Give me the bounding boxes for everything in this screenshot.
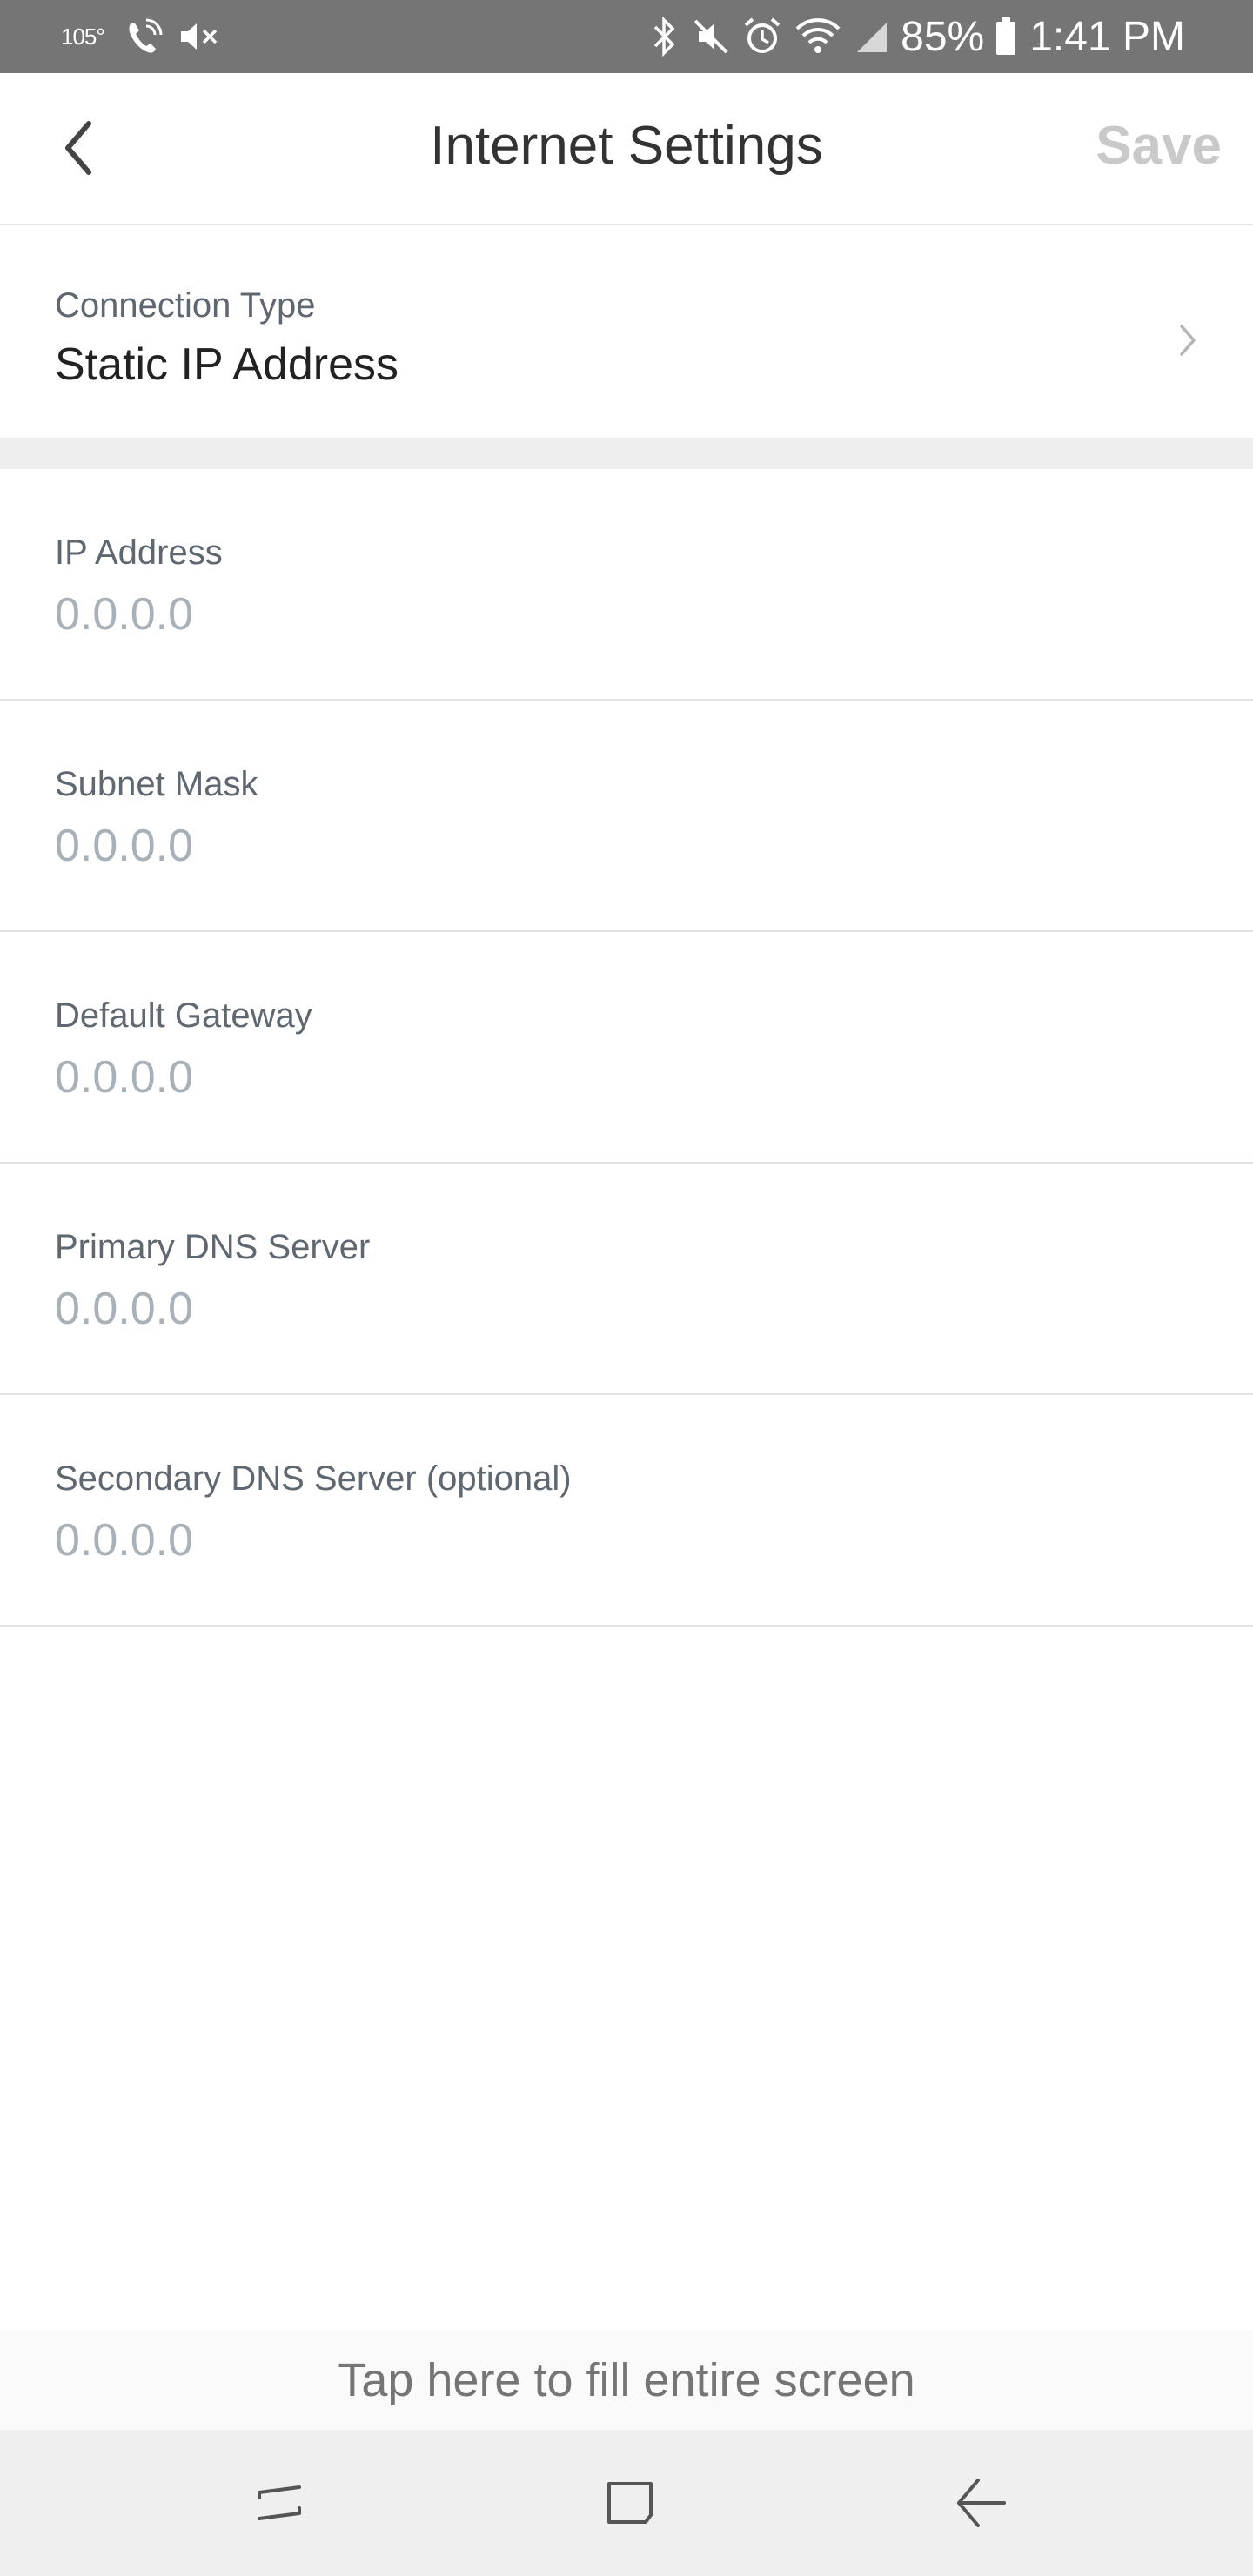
ip-address-field-row[interactable]: IP Address xyxy=(0,469,1253,701)
alarm-icon xyxy=(742,17,782,57)
clock-time: 1:41 PM xyxy=(1029,13,1185,60)
temperature-text: 105° xyxy=(61,23,105,50)
battery-icon xyxy=(995,17,1017,57)
vibrate-off-icon xyxy=(692,17,730,56)
default-gateway-label: Default Gateway xyxy=(55,996,312,1035)
navigation-bar xyxy=(0,2430,1253,2576)
home-button[interactable] xyxy=(595,2468,665,2538)
primary-dns-field-row[interactable]: Primary DNS Server xyxy=(0,1164,1253,1395)
secondary-dns-input[interactable] xyxy=(55,1510,1186,1571)
subnet-mask-label: Subnet Mask xyxy=(55,765,258,803)
fill-screen-banner[interactable]: Tap here to fill entire screen xyxy=(0,2331,1253,2430)
app-header: Internet Settings Save xyxy=(0,73,1253,225)
connection-type-row[interactable]: Connection Type Static IP Address xyxy=(0,225,1253,438)
connection-type-value: Static IP Address xyxy=(55,339,399,390)
recent-apps-button[interactable] xyxy=(247,2468,317,2538)
nav-back-button[interactable] xyxy=(947,2468,1016,2538)
ip-address-label: IP Address xyxy=(55,533,223,572)
default-gateway-input[interactable] xyxy=(55,1047,1186,1108)
default-gateway-field-row[interactable]: Default Gateway xyxy=(0,932,1253,1164)
section-divider xyxy=(0,438,1253,469)
recent-apps-icon xyxy=(258,2485,301,2520)
wifi-calling-icon xyxy=(124,17,165,56)
primary-dns-input[interactable] xyxy=(55,1278,1186,1339)
status-right: 85% 1:41 PM xyxy=(650,0,1185,73)
battery-percent: 85% xyxy=(901,13,985,60)
bluetooth-icon xyxy=(650,17,680,57)
wifi-icon xyxy=(794,18,841,55)
mute-icon xyxy=(178,19,221,54)
save-button[interactable]: Save xyxy=(1096,115,1222,177)
subnet-mask-input[interactable] xyxy=(55,815,1186,876)
status-bar: 105° 85% 1:41 PM xyxy=(0,0,1253,73)
chevron-right-icon xyxy=(1180,325,1196,356)
connection-type-label: Connection Type xyxy=(55,286,316,325)
status-left: 105° xyxy=(61,0,233,73)
subnet-mask-field-row[interactable]: Subnet Mask xyxy=(0,701,1253,932)
secondary-dns-label: Secondary DNS Server (optional) xyxy=(55,1459,572,1498)
back-arrow-icon xyxy=(957,2479,1006,2527)
home-icon xyxy=(607,2482,653,2524)
signal-icon xyxy=(854,19,888,54)
primary-dns-label: Primary DNS Server xyxy=(55,1228,371,1266)
page-title: Internet Settings xyxy=(430,116,823,176)
secondary-dns-field-row[interactable]: Secondary DNS Server (optional) xyxy=(0,1395,1253,1627)
ip-address-input[interactable] xyxy=(55,584,1186,645)
